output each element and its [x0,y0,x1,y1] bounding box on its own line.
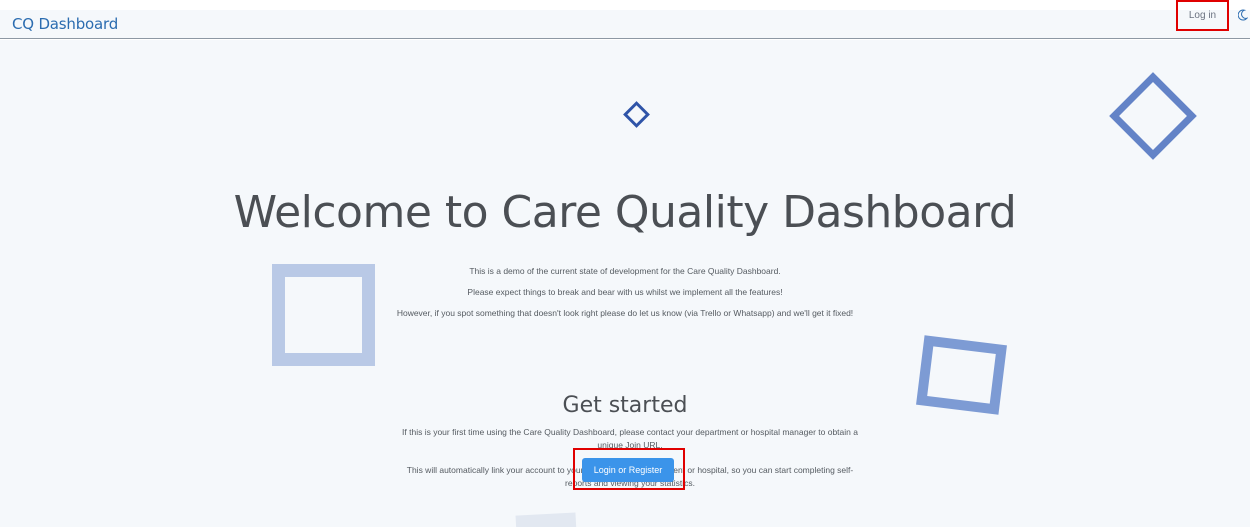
login-link-label: Log in [1188,10,1217,21]
get-started-heading: Get started [562,393,688,418]
login-register-label: Login or Register [593,465,663,475]
moon-icon[interactable] [1237,8,1249,21]
demo-line: Please expect things to break and bear w… [467,287,783,297]
demo-line: This is a demo of the current state of d… [469,266,781,276]
decorative-diamond-large [1109,72,1197,160]
login-link[interactable]: Log in [1176,0,1229,31]
decorative-diamond-small [623,101,650,128]
decorative-shape-bottom [515,512,577,527]
page-title: Welcome to Care Quality Dashboard [233,187,1017,238]
login-register-button[interactable]: Login or Register [582,458,674,482]
brand-logo-text[interactable]: CQ Dashboard [12,15,118,33]
top-strip [0,0,1250,10]
demo-notice: This is a demo of the current state of d… [0,266,1250,329]
demo-line: However, if you spot something that does… [396,308,854,318]
navbar: CQ Dashboard [0,10,1250,39]
